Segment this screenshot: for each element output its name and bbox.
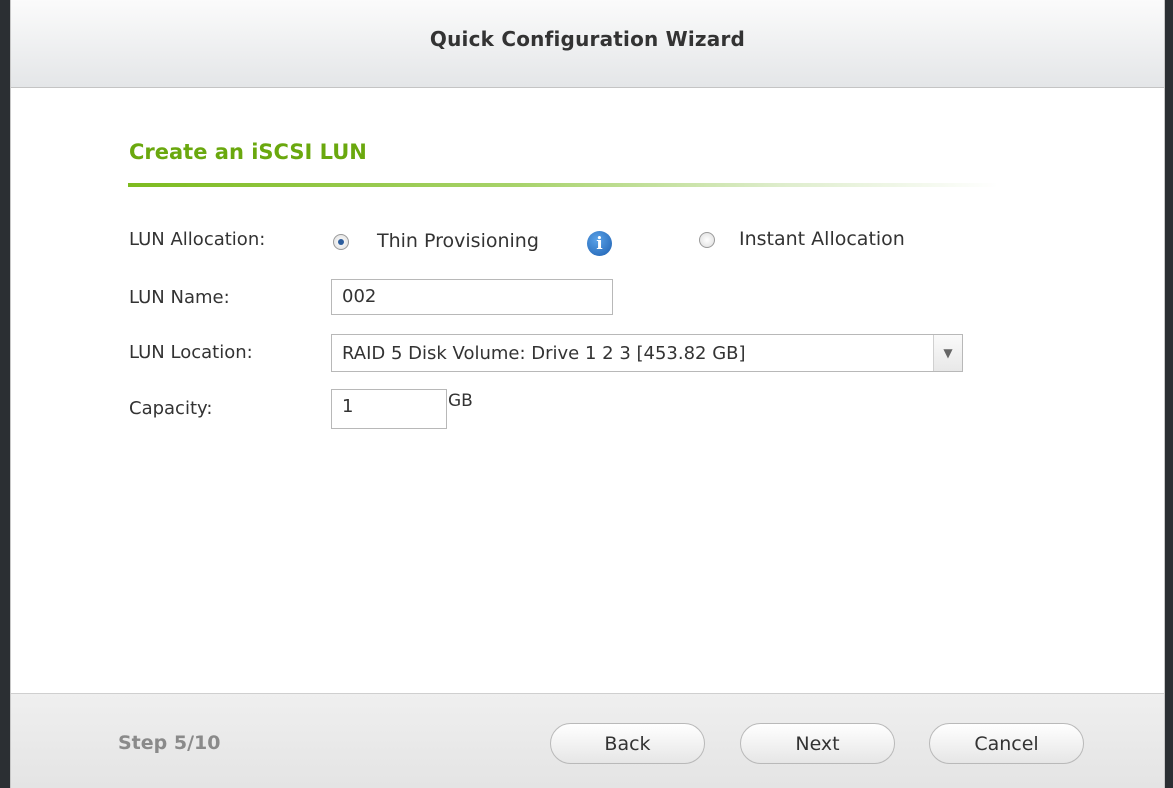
- capacity-input[interactable]: 1: [331, 389, 447, 429]
- wizard-footer: Step 5/10 Back Next Cancel: [11, 693, 1164, 788]
- wizard-window: Quick Configuration Wizard Create an iSC…: [10, 0, 1165, 788]
- capacity-unit: GB: [448, 391, 473, 411]
- info-icon[interactable]: i: [587, 231, 612, 256]
- cancel-button[interactable]: Cancel: [929, 723, 1084, 764]
- step-indicator: Step 5/10: [118, 732, 221, 754]
- lun-location-select[interactable]: RAID 5 Disk Volume: Drive 1 2 3 [453.82 …: [331, 334, 963, 372]
- next-button[interactable]: Next: [740, 723, 895, 764]
- lun-name-label: LUN Name:: [129, 287, 230, 308]
- lun-location-value: RAID 5 Disk Volume: Drive 1 2 3 [453.82 …: [342, 342, 746, 364]
- thin-provisioning-label[interactable]: Thin Provisioning: [377, 230, 539, 252]
- instant-allocation-label[interactable]: Instant Allocation: [739, 228, 905, 250]
- lun-location-label: LUN Location:: [129, 342, 253, 363]
- back-button[interactable]: Back: [550, 723, 705, 764]
- window-title: Quick Configuration Wizard: [429, 26, 746, 51]
- instant-allocation-radio[interactable]: [699, 232, 715, 248]
- chevron-down-icon[interactable]: ▼: [933, 335, 962, 371]
- section-title: Create an iSCSI LUN: [129, 140, 367, 164]
- wizard-content: Create an iSCSI LUN LUN Allocation: Thin…: [11, 88, 1164, 693]
- thin-provisioning-radio[interactable]: [333, 234, 349, 250]
- section-divider: [128, 183, 998, 187]
- title-bar: Quick Configuration Wizard: [11, 0, 1164, 88]
- lun-name-input[interactable]: 002: [331, 279, 613, 315]
- lun-allocation-label: LUN Allocation:: [129, 229, 266, 250]
- capacity-label: Capacity:: [129, 398, 213, 419]
